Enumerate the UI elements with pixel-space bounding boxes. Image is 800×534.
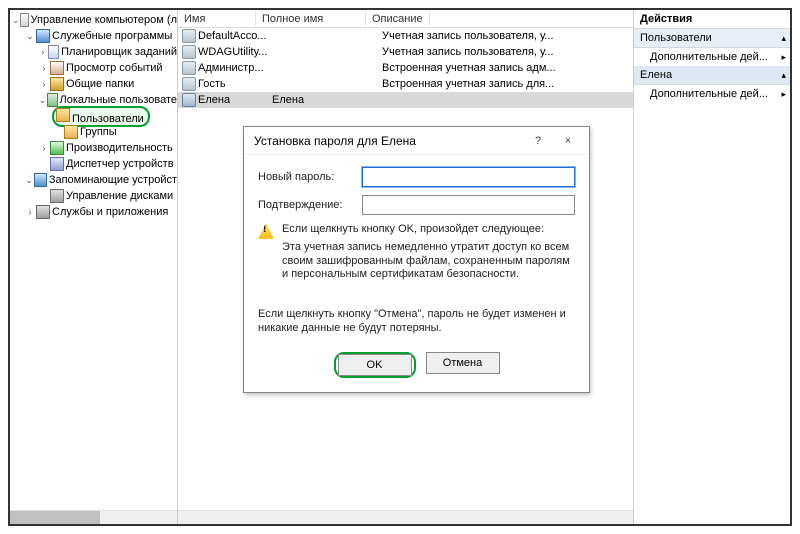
set-password-dialog: Установка пароля для Елена ? × Новый пар…	[243, 126, 590, 393]
event-viewer-icon	[50, 61, 64, 75]
user-disabled-icon	[182, 77, 196, 91]
cell-name: Гость	[198, 78, 272, 90]
tree-performance[interactable]: ›Производительность	[10, 140, 177, 156]
actions-more-elena[interactable]: Дополнительные дей... ▸	[634, 85, 790, 103]
tree-storage[interactable]: ⌄Запоминающие устройст	[10, 172, 177, 188]
local-users-icon	[47, 93, 58, 107]
actions-item-label: Дополнительные дей...	[650, 51, 768, 63]
col-fullname[interactable]: Полное имя	[256, 11, 366, 27]
tree-label: Управление дисками	[66, 190, 173, 202]
col-name[interactable]: Имя	[178, 11, 256, 27]
warning-icon	[258, 223, 274, 239]
tree-label: Производительность	[66, 142, 173, 154]
tree-services-apps[interactable]: ›Службы и приложения	[10, 204, 177, 220]
actions-group-users[interactable]: Пользователи ▴	[634, 29, 790, 48]
tree-task-scheduler[interactable]: ›Планировщик заданий	[10, 44, 177, 60]
list-item[interactable]: Гость Встроенная учетная запись для...	[178, 76, 633, 92]
task-scheduler-icon	[48, 45, 60, 59]
actions-group-label: Елена	[640, 69, 672, 81]
close-button[interactable]: ×	[553, 130, 583, 152]
actions-title: Действия	[634, 10, 790, 29]
actions-group-elena[interactable]: Елена ▴	[634, 66, 790, 85]
shared-folders-icon	[50, 77, 64, 91]
tree-label: Службы и приложения	[52, 206, 168, 218]
cell-full: Елена	[272, 94, 382, 106]
actions-item-label: Дополнительные дей...	[650, 88, 768, 100]
list-item[interactable]: DefaultAcco... Учетная запись пользовател…	[178, 28, 633, 44]
cancel-note: Если щелкнуть кнопку "Отмена", пароль не…	[258, 308, 575, 336]
tools-icon	[36, 29, 50, 43]
list-item[interactable]: WDAGUtility... Учетная запись пользовател…	[178, 44, 633, 60]
cell-name: DefaultAcco...	[198, 30, 272, 42]
tree-shared-folders[interactable]: ›Общие папки	[10, 76, 177, 92]
tree-label: Просмотр событий	[66, 62, 163, 74]
warning-body: Эта учетная запись немедленно утратит до…	[282, 241, 575, 282]
new-password-label: Новый пароль:	[258, 171, 362, 183]
cancel-button[interactable]: Отмена	[426, 352, 500, 374]
tree-device-manager[interactable]: Диспетчер устройств	[10, 156, 177, 172]
collapse-arrow-icon: ▴	[781, 70, 786, 81]
ok-button[interactable]: OK	[338, 354, 412, 376]
cell-desc: Учетная запись пользователя, у...	[382, 30, 633, 42]
actions-pane: Действия Пользователи ▴ Дополнительные де…	[634, 10, 790, 524]
new-password-input[interactable]	[362, 167, 575, 187]
services-icon	[36, 205, 50, 219]
highlight-ok: OK	[334, 352, 416, 378]
tree-label: Пользователи	[72, 113, 144, 125]
collapse-arrow-icon: ▴	[781, 33, 786, 44]
tree-label: Служебные программы	[52, 30, 172, 42]
user-disabled-icon	[182, 45, 196, 59]
user-disabled-icon	[182, 29, 196, 43]
tree-event-viewer[interactable]: ›Просмотр событий	[10, 60, 177, 76]
tree-users-node[interactable]: Пользователи	[10, 108, 177, 124]
confirm-password-label: Подтверждение:	[258, 199, 362, 211]
cell-desc: Встроенная учетная запись для...	[382, 78, 633, 90]
cell-name: Елена	[198, 94, 272, 106]
warning-heading: Если щелкнуть кнопку OK, произойдет след…	[282, 223, 575, 237]
cell-desc: Встроенная учетная запись адм...	[382, 62, 633, 74]
tree-root[interactable]: ⌄Управление компьютером (л	[10, 12, 177, 28]
highlight-users: Пользователи	[52, 106, 150, 127]
actions-more-users[interactable]: Дополнительные дей... ▸	[634, 48, 790, 66]
tree-label: Группы	[80, 126, 117, 138]
col-description[interactable]: Описание	[366, 11, 430, 27]
cell-name: WDAGUtility...	[198, 46, 272, 58]
list-header[interactable]: Имя Полное имя Описание	[178, 10, 633, 28]
tree-disk-management[interactable]: Управление дисками	[10, 188, 177, 204]
tree-label: Общие папки	[66, 78, 134, 90]
performance-icon	[50, 141, 64, 155]
list-horizontal-scrollbar[interactable]	[178, 510, 633, 524]
scrollbar-thumb[interactable]	[10, 511, 100, 524]
tree-label: Запоминающие устройст	[49, 174, 177, 186]
nav-tree[interactable]: ⌄Управление компьютером (л ⌄Служебные пр…	[10, 10, 178, 524]
tree-label: Локальные пользовате	[60, 94, 177, 106]
cell-desc: Учетная запись пользователя, у...	[382, 46, 633, 58]
submenu-arrow-icon: ▸	[781, 52, 786, 63]
help-button[interactable]: ?	[523, 130, 553, 152]
tree-label: Диспетчер устройств	[66, 158, 174, 170]
tree-label: Управление компьютером (л	[31, 14, 178, 26]
folder-icon	[56, 108, 70, 122]
storage-icon	[34, 173, 46, 187]
cell-name: Администр...	[198, 62, 272, 74]
tree-system-tools[interactable]: ⌄Служебные программы	[10, 28, 177, 44]
dialog-title-text: Установка пароля для Елена	[254, 134, 523, 148]
dialog-titlebar[interactable]: Установка пароля для Елена ? ×	[244, 127, 589, 155]
user-disabled-icon	[182, 61, 196, 75]
actions-group-label: Пользователи	[640, 32, 712, 44]
computer-mgmt-icon	[20, 13, 29, 27]
list-item[interactable]: Администр... Встроенная учетная запись ад…	[178, 60, 633, 76]
submenu-arrow-icon: ▸	[781, 89, 786, 100]
tree-horizontal-scrollbar[interactable]	[10, 510, 177, 524]
user-icon	[182, 93, 196, 107]
confirm-password-input[interactable]	[362, 195, 575, 215]
folder-icon	[64, 125, 78, 139]
tree-label: Планировщик заданий	[61, 46, 177, 58]
tree-groups-node[interactable]: Группы	[10, 124, 177, 140]
device-manager-icon	[50, 157, 64, 171]
disk-mgmt-icon	[50, 189, 64, 203]
list-item-selected[interactable]: ЕленаЕлена	[178, 92, 633, 108]
